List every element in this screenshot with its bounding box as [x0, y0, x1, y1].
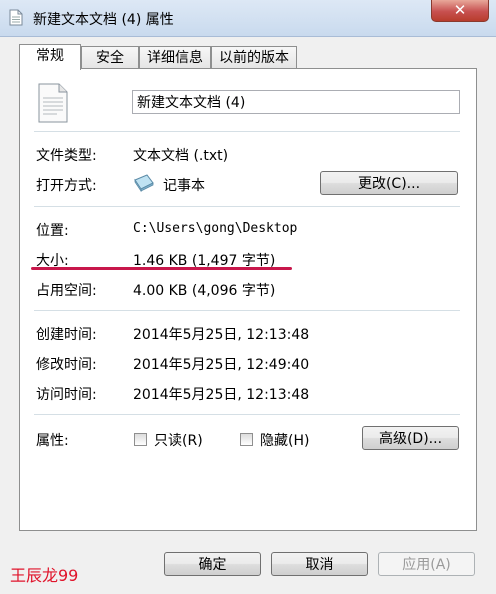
tab-details[interactable]: 详细信息: [139, 46, 211, 69]
open-with-value: 记事本: [163, 178, 205, 194]
advanced-button[interactable]: 高级(D)...: [362, 426, 459, 450]
highlight-underline: [31, 267, 292, 270]
document-icon: [38, 83, 68, 123]
apply-button[interactable]: 应用(A): [378, 552, 475, 576]
window-title: 新建文本文档 (4) 属性: [33, 12, 174, 28]
hidden-checkbox[interactable]: [240, 433, 253, 446]
created-label: 创建时间:: [36, 327, 97, 343]
tab-label: 常规: [36, 48, 64, 64]
disk-size-label: 占用空间:: [36, 283, 97, 299]
tab-security[interactable]: 安全: [81, 46, 139, 69]
hidden-label: 隐藏(H): [260, 433, 310, 449]
readonly-label: 只读(R): [154, 433, 203, 449]
tab-general[interactable]: 常规: [19, 44, 81, 70]
close-icon: ✕: [453, 1, 467, 19]
cancel-button[interactable]: 取消: [271, 552, 368, 576]
file-name-input[interactable]: [132, 90, 460, 114]
location-label: 位置:: [36, 223, 69, 239]
title-bar[interactable]: 新建文本文档 (4) 属性 ✕: [0, 0, 496, 37]
file-type-label: 文件类型:: [36, 148, 97, 164]
modified-value: 2014年5月25日, 12:49:40: [133, 357, 310, 373]
author-watermark: 王辰龙99: [10, 566, 79, 585]
attributes-label: 属性:: [36, 433, 69, 449]
accessed-label: 访问时间:: [36, 387, 97, 403]
tab-previous-versions[interactable]: 以前的版本: [211, 46, 297, 69]
notepad-icon: [134, 174, 154, 192]
readonly-checkbox[interactable]: [134, 433, 147, 446]
accessed-value: 2014年5月25日, 12:13:48: [133, 387, 310, 403]
tab-label: 以前的版本: [219, 50, 289, 66]
tab-label: 详细信息: [147, 50, 203, 66]
ok-button[interactable]: 确定: [164, 552, 261, 576]
divider: [34, 131, 460, 132]
location-value: C:\Users\gong\Desktop: [133, 221, 298, 236]
open-with-label: 打开方式:: [36, 178, 97, 194]
modified-label: 修改时间:: [36, 357, 97, 373]
divider: [34, 414, 460, 415]
file-type-value: 文本文档 (.txt): [133, 148, 229, 164]
created-value: 2014年5月25日, 12:13:48: [133, 327, 310, 343]
tab-label: 安全: [96, 50, 124, 66]
divider: [34, 310, 460, 311]
text-file-icon: [9, 9, 23, 26]
disk-size-value: 4.00 KB (4,096 字节): [133, 283, 276, 299]
close-button[interactable]: ✕: [431, 0, 489, 22]
change-button[interactable]: 更改(C)...: [320, 171, 458, 195]
divider: [34, 206, 460, 207]
